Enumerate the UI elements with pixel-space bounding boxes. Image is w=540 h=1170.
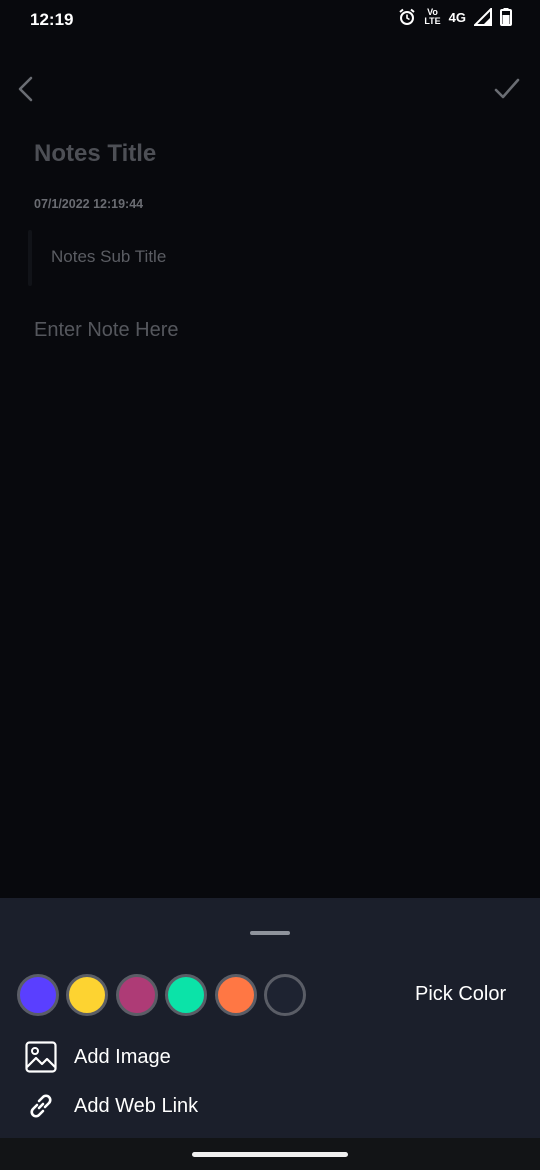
note-datetime: 07/1/2022 12:19:44 <box>34 197 144 211</box>
status-icons: Vo LTE 4G <box>398 8 512 26</box>
chevron-left-icon <box>18 76 33 102</box>
volte-icon: Vo LTE <box>424 8 440 26</box>
color-swatch-5[interactable] <box>215 974 257 1016</box>
back-button[interactable] <box>12 74 42 104</box>
volte-bottom-text: LTE <box>424 16 441 26</box>
color-swatch-4[interactable] <box>165 974 207 1016</box>
image-icon <box>24 1040 58 1074</box>
alarm-icon <box>398 8 416 26</box>
note-subtitle-input[interactable]: Notes Sub Title <box>51 247 166 267</box>
home-gesture-handle[interactable] <box>192 1152 348 1157</box>
note-body-input[interactable]: Enter Note Here <box>34 319 179 342</box>
note-title-input[interactable]: Notes Title <box>34 140 156 168</box>
signal-icon <box>474 8 492 26</box>
subtitle-indicator <box>28 230 32 286</box>
link-icon <box>24 1089 58 1123</box>
pick-color-label: Pick Color <box>415 983 507 1005</box>
color-swatch-3[interactable] <box>116 974 158 1016</box>
status-bar: 12:19 Vo LTE 4G <box>0 0 540 44</box>
add-web-link-button[interactable]: Add Web Link <box>24 1089 198 1123</box>
add-image-label: Add Image <box>74 1045 171 1068</box>
add-web-link-label: Add Web Link <box>74 1094 199 1117</box>
battery-icon <box>500 8 512 26</box>
color-swatch-1[interactable] <box>17 974 59 1016</box>
network-type: 4G <box>448 9 466 25</box>
sheet-drag-handle[interactable] <box>250 931 290 935</box>
color-swatch-2[interactable] <box>66 974 108 1016</box>
save-note-button[interactable] <box>492 74 522 104</box>
color-swatch-6[interactable] <box>264 974 306 1016</box>
checkmark-icon <box>494 78 520 99</box>
status-time: 12:19 <box>30 10 74 29</box>
add-image-button[interactable]: Add Image <box>24 1040 171 1074</box>
